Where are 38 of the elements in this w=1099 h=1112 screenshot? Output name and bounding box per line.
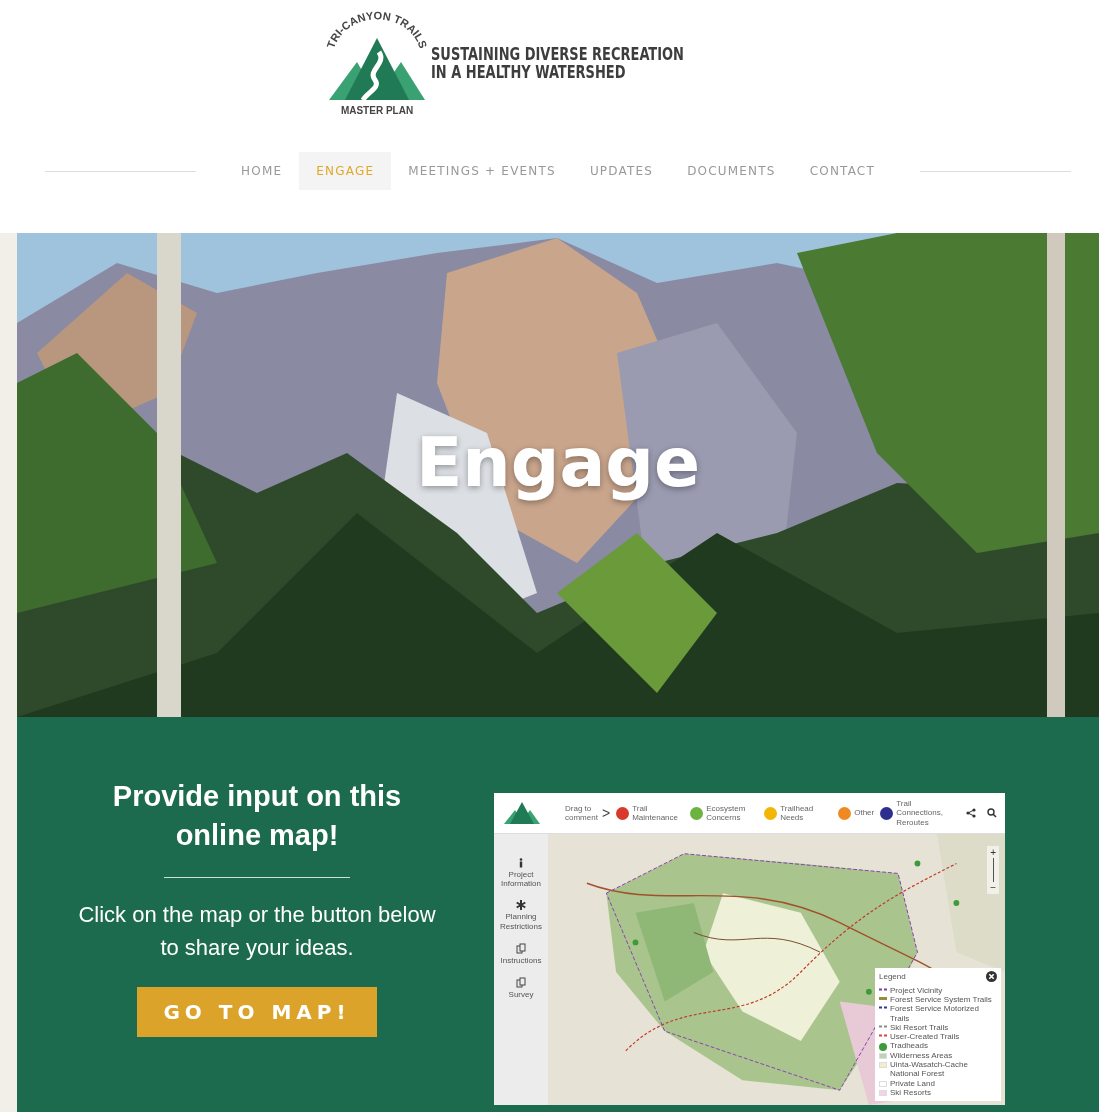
sidebar-label[interactable]: Instructions bbox=[495, 955, 547, 965]
legend-title: Legend bbox=[879, 971, 906, 981]
legend-label: Ski Resort Trails bbox=[890, 1022, 949, 1032]
sidebar-label[interactable]: Survey bbox=[495, 989, 547, 1000]
tagline: SUSTAINING DIVERSE RECREATION IN A HEALTHY WATERSHED bbox=[431, 46, 685, 82]
category-dot[interactable] bbox=[690, 806, 704, 820]
category-dot[interactable] bbox=[838, 806, 852, 820]
share-icon[interactable] bbox=[966, 808, 976, 818]
category-dot[interactable] bbox=[616, 806, 630, 820]
legend-label: Uinta-Wasatch-Cache National Forest bbox=[890, 1060, 969, 1079]
pages-icon[interactable] bbox=[516, 942, 526, 954]
legend-label: Forest Service Motorized Trails bbox=[890, 1004, 980, 1023]
legend-label: Private Land bbox=[890, 1078, 935, 1088]
search-icon[interactable] bbox=[987, 808, 997, 818]
asterisk-icon[interactable] bbox=[516, 900, 526, 911]
section-text: Click on the map or the button below to share your ideas. bbox=[77, 901, 437, 963]
category-label[interactable]: Other bbox=[854, 808, 875, 818]
category-dot[interactable] bbox=[880, 806, 894, 820]
category-label[interactable]: Ecosystem Concerns bbox=[706, 803, 759, 823]
legend-label: Forest Service System Trails bbox=[890, 995, 992, 1005]
drag-hint: Drag to comment bbox=[565, 803, 599, 823]
section-heading: Provide input on this online map! bbox=[111, 779, 403, 854]
close-icon[interactable] bbox=[986, 970, 997, 982]
zoom-control[interactable]: + − bbox=[987, 846, 999, 894]
legend-label: User-Created Trails bbox=[890, 1031, 960, 1042]
sidebar-label[interactable]: Planning Restrictions bbox=[495, 912, 547, 931]
sidebar-label[interactable]: Project Information bbox=[495, 870, 547, 889]
legend-label: Wilderness Areas bbox=[890, 1051, 953, 1061]
info-icon[interactable] bbox=[518, 858, 524, 868]
category-label[interactable]: Trailhead Needs bbox=[780, 803, 833, 823]
category-dot[interactable] bbox=[764, 806, 778, 820]
pages-icon[interactable] bbox=[516, 976, 526, 988]
category-label[interactable]: Trail Connections, Reroutes bbox=[896, 799, 949, 827]
legend-label: Project Vicinity bbox=[890, 985, 943, 996]
arrow-glyph: > bbox=[602, 805, 611, 821]
legend-label: Ski Resorts bbox=[890, 1087, 931, 1097]
legend-label: Tradheads bbox=[890, 1041, 928, 1051]
category-label[interactable]: Trail Maintenance bbox=[632, 803, 685, 823]
